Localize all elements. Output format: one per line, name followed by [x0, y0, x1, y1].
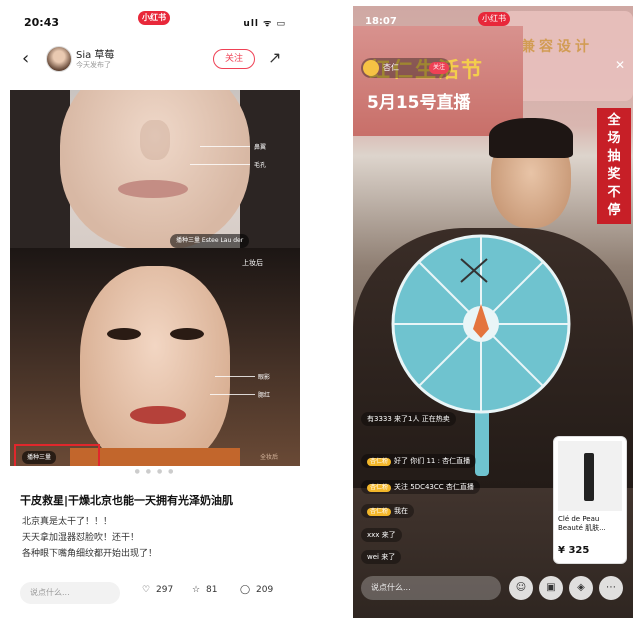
follow-button[interactable]: 关注 [213, 49, 255, 69]
eye-left [107, 328, 141, 340]
comment-text: xxx 来了 [361, 528, 402, 542]
annotation-text: 眼影 [258, 374, 271, 381]
comment-bubble: 杏仁粉 我在 [361, 504, 415, 518]
host-info[interactable]: 杏仁 关注 [361, 58, 451, 78]
annotation-line [190, 164, 250, 165]
status-time: 18:07 [365, 16, 397, 27]
right-banner-text: 兼容设计 [521, 39, 593, 55]
fan-level-badge: 杏仁粉 [367, 508, 392, 516]
fan-level-badge: 杏仁粉 [367, 484, 392, 492]
host-name: 杏仁 [383, 63, 399, 72]
host-hair [489, 118, 573, 158]
left-phone-screen: 20:43 小红书 ull ᯤ ▭ ‹ Sia 草莓 今天发布了 关注 ↗ 鼻翼… [10, 6, 300, 618]
product-price: ¥ 325 [558, 545, 590, 556]
rec-badge: 小红书 [138, 11, 170, 25]
annotation-line [210, 394, 255, 395]
comment-icon[interactable]: ◯ [240, 585, 250, 595]
annotation-text: 毛孔 [254, 162, 267, 169]
back-icon[interactable]: ‹ [22, 48, 29, 69]
emoji-icon[interactable]: ☺ [509, 576, 533, 600]
user-subtitle: 今天发布了 [76, 61, 111, 69]
comment-text: 好了 你们 11 : 杏仁直播 [394, 457, 471, 465]
promo-vertical-banner: 全 场 抽 奖 不 停 [597, 108, 631, 224]
face-image [60, 90, 250, 248]
more-icon[interactable]: ⋯ [599, 576, 623, 600]
prize-wheel[interactable] [391, 234, 571, 414]
live-comment-input[interactable]: 说点什么... [361, 576, 501, 600]
status-bar: 20:43 小红书 ull ᯤ ▭ [10, 6, 300, 36]
right-phone-screen: 兼容设计 红仁生活节 5月15号直播 18:07 小红书 杏仁 关注 ✕ 全 场… [353, 6, 633, 618]
product-name: Clé de Peau Beauté 肌肤... [558, 515, 606, 532]
avatar[interactable] [46, 46, 72, 72]
promo-char: 全 [607, 113, 621, 128]
fan-level-badge: 杏仁粉 [367, 458, 392, 466]
annotation-line [200, 146, 250, 147]
lips-shape [130, 406, 186, 424]
comment-row: 杏仁粉 好了 你们 11 : 杏仁直播 [361, 448, 477, 468]
annotation-text: 鼻翼 [254, 144, 267, 151]
promo-char: 不 [607, 185, 621, 200]
promo-char: 抽 [607, 149, 621, 164]
comment-row: wei 来了 [361, 544, 402, 564]
highlight-box: 播种三量 [14, 444, 100, 466]
post-line: 天天拿加湿器怼脸吹！还干！ [22, 533, 140, 543]
live-bottom-bar: 说点什么... ☺ ▣ ◈ ⋯ [353, 572, 633, 604]
like-count: 297 [156, 585, 174, 595]
shop-bag-icon[interactable]: ▣ [539, 576, 563, 600]
eye-right [170, 328, 204, 340]
comment-bubble: 杏仁粉 关注 5DC43CC 杏仁直播 [361, 480, 480, 494]
page-indicator: ● ● ● ● [134, 468, 176, 475]
star-count: 81 [206, 585, 218, 595]
comment-count: 209 [256, 585, 274, 595]
face-photo-top[interactable]: 鼻翼 毛孔 播种三量 Estee Lau der [10, 90, 300, 248]
signal-battery-icon: ull ᯤ ▭ [243, 19, 286, 29]
comment-row: 杏仁粉 我在 [361, 498, 415, 518]
bottom-action-bar: 说点什么... ♡ 297 ☆ 81 ◯ 209 [10, 578, 300, 608]
post-line: 北京真是太干了！！！ [22, 517, 113, 527]
comment-text: 我在 [394, 507, 409, 515]
host-person [471, 118, 591, 248]
gift-icon[interactable]: ◈ [569, 576, 593, 600]
promo-char: 场 [607, 131, 621, 146]
face-image [80, 266, 230, 466]
post-line: 各种眼下嘴角细纹都开始出现了！ [22, 549, 158, 559]
comment-bubble: 杏仁粉 好了 你们 11 : 杏仁直播 [361, 454, 477, 468]
post-title: 干皮救星|干燥北京也能一天拥有光泽奶油肌 [20, 494, 234, 507]
rec-badge: 小红书 [478, 12, 510, 26]
nose-shape [140, 120, 170, 160]
promo-char: 奖 [607, 167, 621, 182]
face-photo-bottom[interactable]: 上妆后 眼影 腮红 全妆后 播种三量 [10, 248, 300, 466]
comment-row: 有3333 来了1人 正在热卖 [361, 406, 456, 426]
share-icon[interactable]: ↗ [268, 48, 281, 67]
host-avatar[interactable] [363, 60, 379, 76]
username[interactable]: Sia 草莓 [76, 46, 114, 61]
post-header: ‹ Sia 草莓 今天发布了 关注 ↗ [10, 40, 300, 80]
host-follow-button[interactable]: 关注 [429, 62, 449, 74]
product-card[interactable]: Clé de Peau Beauté 肌肤... ¥ 325 [553, 436, 627, 564]
photo-side-text: 上妆后 [242, 259, 263, 267]
like-icon[interactable]: ♡ [142, 585, 150, 595]
wheel-stand [475, 406, 489, 476]
comment-row: xxx 来了 [361, 522, 402, 542]
status-time: 20:43 [24, 16, 60, 29]
photo-corner-text: 全妆后 [260, 454, 279, 461]
star-icon[interactable]: ☆ [192, 585, 200, 595]
promo-char: 停 [607, 203, 621, 218]
annotation-text: 腮红 [258, 392, 271, 399]
comment-text: 有3333 来了1人 正在热卖 [361, 412, 456, 426]
annotation-line [215, 376, 255, 377]
product-bottle [584, 453, 594, 501]
event-subtitle: 5月15号直播 [367, 93, 471, 113]
product-tag[interactable]: 播种三量 [22, 451, 57, 464]
lips-shape [118, 180, 188, 198]
comment-text: 关注 5DC43CC 杏仁直播 [394, 483, 474, 491]
comment-input[interactable]: 说点什么... [20, 582, 120, 604]
product-tag[interactable]: 播种三量 Estee Lau der [170, 234, 250, 248]
close-icon[interactable]: ✕ [615, 58, 625, 72]
comment-text: wei 来了 [361, 550, 402, 564]
comment-row: 杏仁粉 关注 5DC43CC 杏仁直播 [361, 474, 480, 494]
product-image [558, 441, 622, 511]
